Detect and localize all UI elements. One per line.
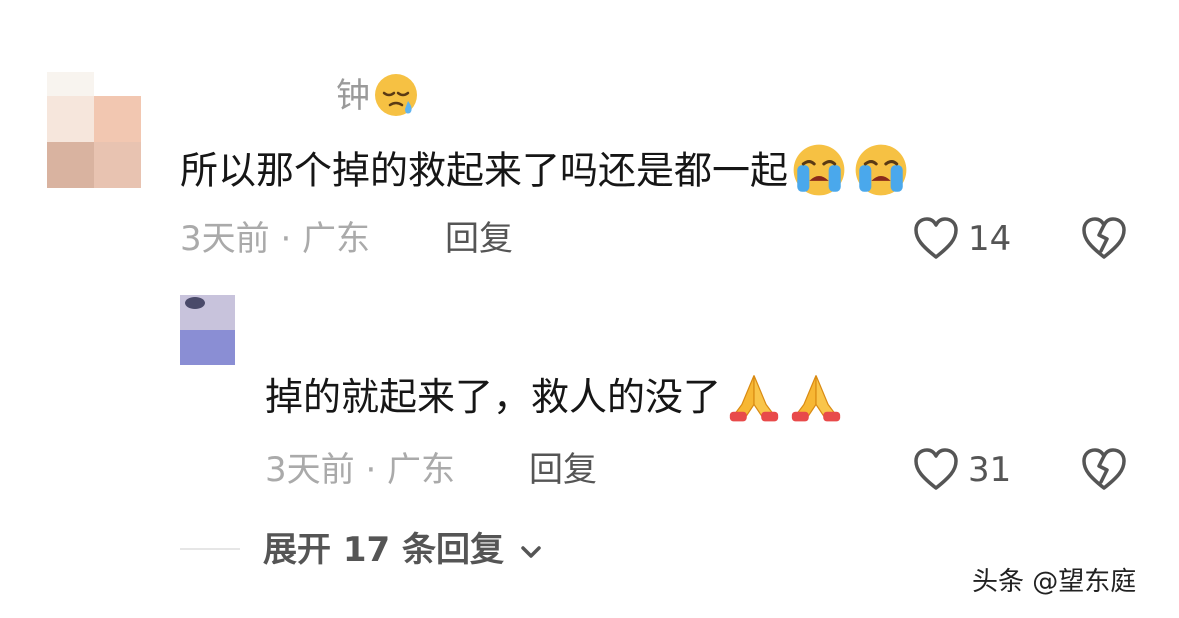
reply-button[interactable]: 回复 xyxy=(529,450,597,490)
comment-meta: 3天前 · 广东 xyxy=(265,450,456,490)
folded-hands-icon xyxy=(791,374,841,421)
like-count: 31 xyxy=(968,450,1012,490)
avatar[interactable] xyxy=(47,72,141,188)
comment-body: 所以那个掉的救起来了吗还是都一起 xyxy=(180,148,789,193)
sleepy-face-icon xyxy=(375,73,417,116)
watermark: 头条 @望东庭 xyxy=(972,567,1137,597)
username[interactable]: 钟 xyxy=(336,73,420,119)
broken-heart-icon[interactable] xyxy=(1080,446,1128,492)
comment-body: 掉的就起来了，救人的没了 xyxy=(265,375,722,419)
avatar[interactable] xyxy=(180,295,235,365)
heart-outline-icon[interactable] xyxy=(912,215,960,261)
chevron-down-icon xyxy=(521,545,541,558)
expand-replies-button[interactable]: 展开 17 条回复 xyxy=(263,528,544,572)
like-count: 14 xyxy=(968,219,1012,259)
username-text: 钟 xyxy=(336,76,370,116)
comment-text: 掉的就起来了，救人的没了 xyxy=(265,374,845,424)
heart-outline-icon[interactable] xyxy=(912,446,960,492)
comment-meta: 3天前 · 广东 xyxy=(180,219,371,259)
comment-text: 所以那个掉的救起来了吗还是都一起 xyxy=(180,144,910,199)
reply-button[interactable]: 回复 xyxy=(445,219,513,259)
loudly-crying-face-icon xyxy=(855,144,907,196)
loudly-crying-face-icon xyxy=(793,144,845,196)
divider xyxy=(180,548,240,550)
folded-hands-icon xyxy=(729,374,779,421)
broken-heart-icon[interactable] xyxy=(1080,215,1128,261)
expand-replies-label: 展开 17 条回复 xyxy=(263,530,504,570)
